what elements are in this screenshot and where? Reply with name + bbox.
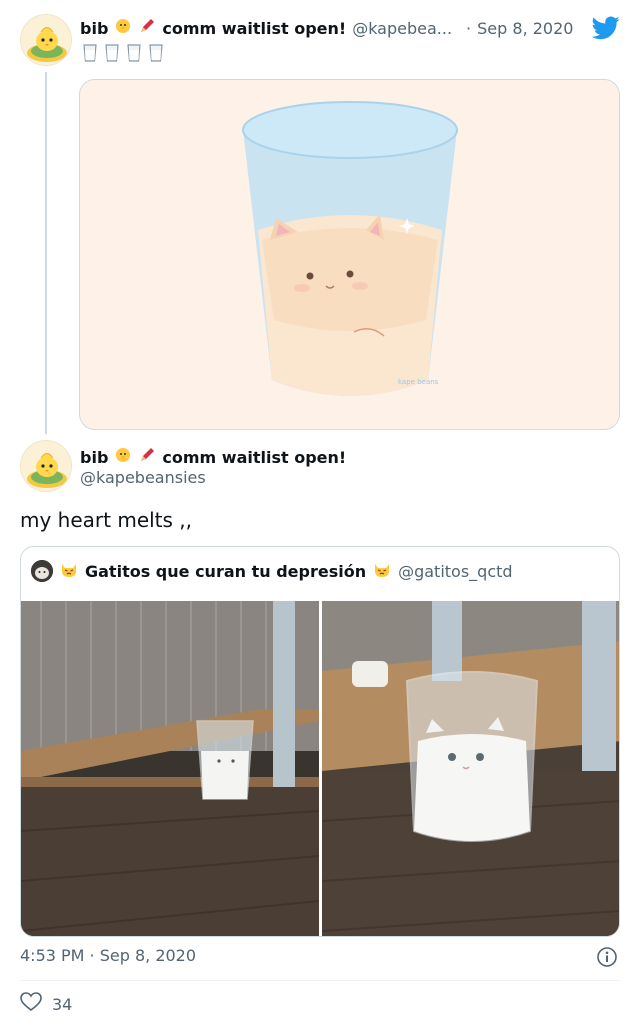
author-header: bib comm waitlist open! bbox=[80, 446, 346, 468]
cat-in-glass-photo bbox=[21, 601, 319, 936]
parent-date[interactable]: Sep 8, 2020 bbox=[477, 19, 573, 38]
parent-display-name[interactable]: bib bbox=[80, 19, 108, 38]
like-count: 34 bbox=[52, 994, 73, 1014]
glass-icon bbox=[83, 44, 97, 62]
parent-header: bib comm waitlist open! @kapebea... · Se… bbox=[80, 16, 573, 40]
quoted-handle[interactable]: @gatitos_qctd bbox=[398, 562, 512, 581]
cat-avatar-icon bbox=[31, 560, 53, 582]
glass-icon bbox=[105, 44, 119, 62]
heart-icon[interactable] bbox=[20, 992, 42, 1016]
quoted-header: Gatitos que curan tu depresión @gatitos_… bbox=[31, 559, 513, 583]
parent-name-suffix[interactable]: comm waitlist open! bbox=[162, 19, 346, 38]
pencil-icon bbox=[138, 17, 156, 39]
quoted-tweet-card[interactable]: Gatitos que curan tu depresión @gatitos_… bbox=[20, 546, 620, 937]
quoted-photo-1[interactable] bbox=[21, 601, 319, 936]
chick-icon bbox=[114, 446, 132, 468]
parent-media-image[interactable]: kape beans bbox=[79, 79, 620, 430]
author-name-suffix[interactable]: comm waitlist open! bbox=[162, 448, 346, 467]
info-icon[interactable] bbox=[596, 946, 618, 972]
parent-separator: · bbox=[466, 18, 472, 38]
cat-face-icon bbox=[372, 559, 392, 583]
tweet-timestamp[interactable]: 4:53 PM · Sep 8, 2020 bbox=[20, 946, 196, 965]
thread-connector bbox=[45, 72, 47, 434]
author-handle[interactable]: @kapebeansies bbox=[80, 468, 206, 487]
footer-divider bbox=[20, 980, 620, 981]
chick-icon bbox=[114, 17, 132, 39]
like-action[interactable]: 34 bbox=[20, 992, 72, 1016]
twitter-bird-icon[interactable] bbox=[591, 16, 620, 44]
chick-hat-avatar-icon bbox=[21, 15, 71, 65]
cat-in-glass-illustration: kape beans bbox=[80, 80, 619, 429]
author-avatar[interactable] bbox=[20, 440, 72, 492]
pencil-icon bbox=[138, 446, 156, 468]
glass-icon bbox=[149, 44, 163, 62]
quoted-avatar[interactable] bbox=[31, 560, 53, 582]
tweet-text: my heart melts ,, bbox=[20, 508, 193, 532]
glass-icon bbox=[127, 44, 141, 62]
parent-handle[interactable]: @kapebea... bbox=[352, 19, 452, 38]
quoted-display-name[interactable]: Gatitos que curan tu depresión bbox=[85, 562, 366, 581]
cat-face-icon bbox=[59, 559, 79, 583]
media-watermark: kape beans bbox=[398, 378, 439, 386]
parent-avatar[interactable] bbox=[20, 14, 72, 66]
author-display-name[interactable]: bib bbox=[80, 448, 108, 467]
cat-in-glass-closeup-photo bbox=[322, 601, 619, 936]
chick-hat-avatar-icon bbox=[21, 441, 71, 491]
bio-glass-row bbox=[82, 44, 164, 62]
quoted-photo-2[interactable] bbox=[322, 601, 619, 936]
